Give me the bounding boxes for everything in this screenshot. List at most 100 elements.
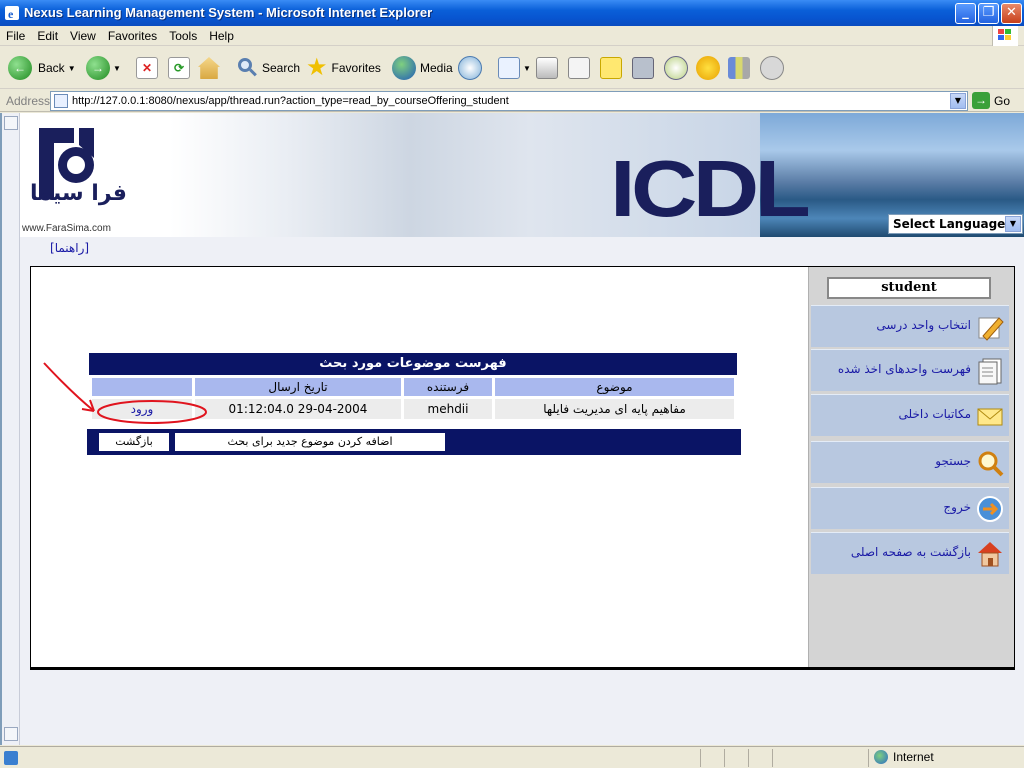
sidebar-item-enrolled-courses[interactable]: فهرست واحدهای اخذ شده [811,349,1009,391]
printer-icon [536,57,558,79]
edit-icon [568,57,590,79]
frame-toggle-bottom[interactable] [4,727,18,741]
status-divider [748,749,749,767]
sidebar-item-label: فهرست واحدهای اخذ شده [837,362,971,376]
menu-view[interactable]: View [64,26,102,43]
go-label: Go [994,93,1011,108]
media-button[interactable]: Media [392,55,453,81]
home-button[interactable] [198,55,220,81]
ie-logo-icon: e [5,6,19,21]
frame-toggle[interactable] [4,116,18,130]
status-divider [700,749,701,767]
favorites-button[interactable]: ★ Favorites [306,55,381,81]
globe-icon [392,56,416,80]
go-arrow-icon: → [972,92,990,109]
page-status-icon [4,751,18,765]
back-to-list-button[interactable]: بازگشت [99,433,169,451]
note-icon [600,57,622,79]
user-name: student [827,277,991,299]
yahoo-button[interactable] [696,55,720,81]
forward-arrow-icon: → [86,56,110,80]
magnifier-icon [978,451,1004,477]
menu-favorites[interactable]: Favorites [102,26,163,43]
sidebar-item-label: مکاتبات داخلی [898,407,971,421]
media-label: Media [420,61,453,75]
research-button[interactable] [632,55,654,81]
address-url[interactable]: http://127.0.0.1:8080/nexus/app/thread.r… [72,95,509,107]
smiley-icon [696,56,720,80]
add-topic-button[interactable]: اضافه کردن موضوع جدید برای بحث [175,433,445,451]
print-button[interactable] [536,55,558,81]
close-button[interactable]: ✕ [1001,3,1022,24]
sidebar-item-home[interactable]: بازگشت به صفحه اصلی [811,532,1009,574]
history-button[interactable] [458,55,482,81]
menu-file[interactable]: File [0,26,31,43]
forward-button[interactable]: → ▼ [86,55,121,81]
status-bar: Internet [0,746,1024,768]
messenger-button[interactable] [664,55,688,81]
menu-edit[interactable]: Edit [31,26,64,43]
history-icon [458,56,482,80]
column-header-date: تاریخ ارسال [195,378,401,396]
help-link[interactable]: [راهنما] [50,241,89,255]
book-icon [632,57,654,79]
home-icon [198,57,220,79]
status-divider [724,749,725,767]
column-header-subject: موضوع [495,378,734,396]
sidebar-item-messages[interactable]: مکاتبات داخلی [811,394,1009,436]
search-button[interactable]: Search [236,55,300,81]
menu-tools[interactable]: Tools [163,26,203,43]
stop-button[interactable]: ✕ [136,55,158,81]
refresh-button[interactable]: ⟳ [168,55,190,81]
topic-list-title: فهرست موضوعات مورد بحث [89,353,737,375]
sender-cell: mehdii [404,399,492,419]
topic-list: فهرست موضوعات مورد بحث تاریخ ارسال فرستن… [89,353,737,422]
chevron-down-icon[interactable]: ▼ [523,64,531,73]
stop-icon: ✕ [136,57,158,79]
status-divider [772,749,773,767]
back-arrow-icon: ← [8,56,32,80]
chat-button[interactable] [760,55,784,81]
sidebar-item-label: بازگشت به صفحه اصلی [850,545,971,559]
enter-link[interactable]: ورود [131,402,154,416]
search-label: Search [262,61,301,75]
logo-text: فرا سیما [30,181,127,206]
language-select[interactable]: Select Language ▼ [888,214,1023,234]
menu-bar: File Edit View Favorites Tools Help [0,26,1024,46]
mail-button[interactable]: ▼ [498,55,531,81]
go-button[interactable]: → Go [972,92,1010,109]
date-cell: 01:12:04.0 29-04-2004 [195,399,401,419]
discuss-button[interactable] [600,55,622,81]
chevron-down-icon[interactable]: ▼ [950,93,966,109]
speech-bubble-icon [760,56,784,80]
edit-button[interactable] [568,55,590,81]
status-divider [868,749,869,767]
sidebar-item-label: جستجو [935,454,971,468]
table-row: ورود 01:12:04.0 29-04-2004 mehdii مفاهیم… [92,399,734,419]
chevron-down-icon[interactable]: ▼ [1005,216,1021,232]
favorites-label: Favorites [331,61,381,75]
frame-border [2,113,20,745]
mail-icon [498,57,520,79]
back-button[interactable]: ← Back ▼ [8,55,76,81]
chevron-down-icon[interactable]: ▼ [113,64,121,73]
menu-help[interactable]: Help [203,26,240,43]
maximize-button[interactable]: ❐ [978,3,999,24]
library-button[interactable] [728,55,750,81]
chevron-down-icon[interactable]: ▼ [68,64,76,73]
minimize-button[interactable]: _ [955,3,976,24]
address-label: Address [6,94,51,108]
window-title-bar: e Nexus Learning Management System - Mic… [0,0,1024,26]
sidebar-item-search[interactable]: جستجو [811,441,1009,483]
security-zone-label: Internet [893,750,934,764]
window-title: Nexus Learning Management System - Micro… [24,5,433,20]
back-label: Back [38,61,65,75]
sidebar-item-course-selection[interactable]: انتخاب واحد درسی [811,305,1009,347]
pencil-paper-icon [978,317,1004,341]
sidebar-item-exit[interactable]: خروج [811,487,1009,529]
address-input[interactable]: http://127.0.0.1:8080/nexus/app/thread.r… [50,91,968,111]
table-header-row: تاریخ ارسال فرستنده موضوع [92,378,734,396]
topic-table: تاریخ ارسال فرستنده موضوع ورود 01:12:04.… [89,375,737,422]
farasima-logo: فرا سیما www.FaraSima.com [20,113,180,237]
address-bar: Address http://127.0.0.1:8080/nexus/app/… [0,90,1024,112]
